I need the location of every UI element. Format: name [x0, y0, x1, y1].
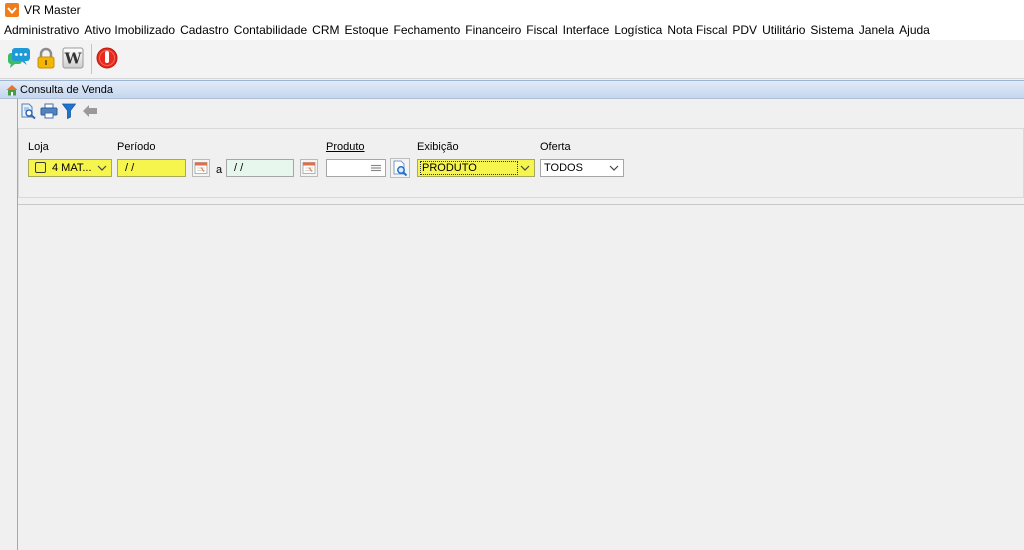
back-arrow-icon: [83, 105, 97, 117]
power-icon: [96, 47, 118, 69]
menu-financeiro[interactable]: Financeiro: [465, 21, 521, 39]
toolbar-separator: [91, 44, 92, 74]
produto-input[interactable]: [327, 160, 369, 176]
chevron-down-icon: [520, 165, 530, 171]
frame-title-bar[interactable]: Consulta de Venda: [0, 80, 1024, 99]
oferta-combobox[interactable]: TODOS: [540, 159, 624, 177]
filter-button[interactable]: [62, 103, 76, 119]
word-icon: W: [62, 47, 84, 69]
exit-button[interactable]: [95, 46, 119, 70]
exibicao-value: PRODUTO: [422, 162, 477, 174]
chat-icon: [8, 48, 30, 68]
exibicao-label: Exibição: [417, 141, 459, 153]
menu-bar: Administrativo Ativo Imobilizado Cadastr…: [0, 20, 1024, 40]
produto-search-icon[interactable]: [390, 158, 410, 178]
menu-utilitario[interactable]: Utilitário: [762, 21, 805, 39]
menu-sistema[interactable]: Sistema: [810, 21, 853, 39]
menu-cadastro[interactable]: Cadastro: [180, 21, 229, 39]
oferta-value: TODOS: [544, 162, 583, 174]
main-toolbar: W: [0, 40, 1024, 79]
menu-administrativo[interactable]: Administrativo: [4, 21, 79, 39]
loja-value: 4 MAT...: [52, 162, 92, 174]
filter-icon: [62, 103, 76, 119]
search-document-icon: [21, 103, 36, 119]
app-icon: [5, 3, 19, 17]
produto-field[interactable]: [326, 159, 386, 177]
calendar-icon[interactable]: [300, 159, 318, 177]
menu-interface[interactable]: Interface: [563, 21, 610, 39]
menu-ajuda[interactable]: Ajuda: [899, 21, 930, 39]
word-button[interactable]: W: [61, 46, 85, 70]
title-bar: VR Master: [0, 0, 1024, 20]
window-title: VR Master: [24, 3, 81, 17]
menu-fechamento[interactable]: Fechamento: [394, 21, 461, 39]
menu-janela[interactable]: Janela: [859, 21, 894, 39]
oferta-label: Oferta: [540, 141, 571, 153]
app-window: VR Master Administrativo Ativo Imobiliza…: [0, 0, 1024, 550]
menu-ativo-imobilizado[interactable]: Ativo Imobilizado: [84, 21, 175, 39]
menu-pdv[interactable]: PDV: [732, 21, 757, 39]
chevron-down-icon: [609, 165, 619, 171]
menu-estoque[interactable]: Estoque: [345, 21, 389, 39]
results-area: [18, 204, 1024, 550]
lock-button[interactable]: [34, 46, 58, 70]
print-button[interactable]: [40, 103, 58, 119]
calendar-icon[interactable]: [192, 159, 210, 177]
focus-indicator: PRODUTO: [420, 161, 518, 175]
chat-button[interactable]: [7, 46, 31, 70]
periodo-start-input[interactable]: [117, 159, 186, 177]
chevron-down-icon: [97, 165, 107, 171]
lock-icon: [37, 47, 55, 69]
periodo-separator: a: [216, 164, 223, 176]
periodo-end-input[interactable]: [226, 159, 294, 177]
loja-label: Loja: [28, 141, 49, 153]
word-icon-glyph: W: [64, 50, 83, 68]
exibicao-combobox[interactable]: PRODUTO: [417, 159, 535, 177]
consultar-button[interactable]: [20, 103, 36, 119]
menu-fiscal[interactable]: Fiscal: [526, 21, 557, 39]
produto-label-link[interactable]: Produto: [326, 141, 365, 154]
list-icon[interactable]: [370, 164, 382, 172]
loja-combobox[interactable]: 4 MAT...: [28, 159, 112, 177]
frame-title: Consulta de Venda: [20, 84, 113, 96]
menu-nota-fiscal[interactable]: Nota Fiscal: [667, 21, 727, 39]
menu-contabilidade[interactable]: Contabilidade: [234, 21, 307, 39]
menu-crm[interactable]: CRM: [312, 21, 339, 39]
back-button[interactable]: [82, 103, 98, 119]
menu-logistica[interactable]: Logística: [614, 21, 662, 39]
store-icon: [6, 85, 18, 96]
loja-checkbox[interactable]: [35, 162, 46, 173]
periodo-label: Período: [117, 141, 156, 153]
print-icon: [40, 103, 58, 119]
